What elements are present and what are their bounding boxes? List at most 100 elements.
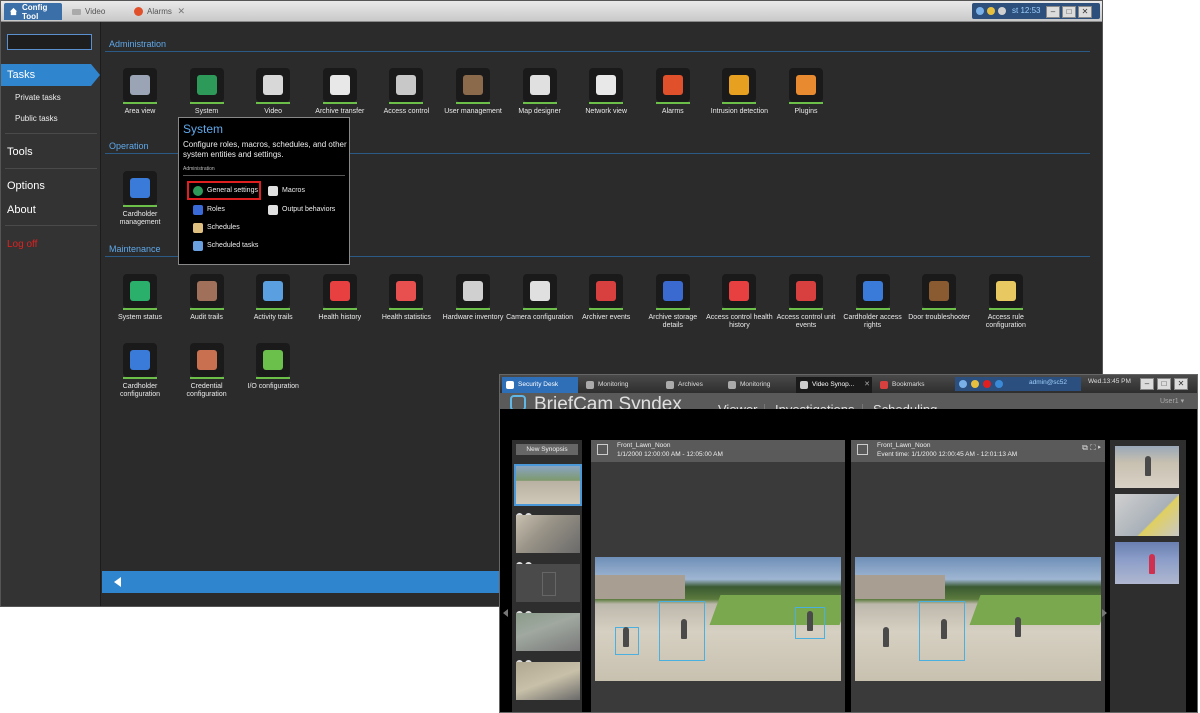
tile-archive-storage-details[interactable]: Archive storage details <box>638 274 708 330</box>
event-thumbnail[interactable] <box>1115 542 1179 584</box>
video-synopsis-area: New Synopsis Front_Lawn_Noon 1/1/2000 12… <box>500 409 1197 712</box>
thumb-controls[interactable] <box>516 507 542 520</box>
monitor-icon[interactable] <box>959 380 967 388</box>
tile-access-control-unit-events[interactable]: Access control unit events <box>771 274 841 330</box>
synopsis-thumbnail[interactable] <box>516 662 580 700</box>
tile-archive-transfer[interactable]: Archive transfer <box>305 68 375 116</box>
io-configuration-icon <box>256 343 291 377</box>
notification-icon[interactable] <box>971 380 979 388</box>
minimize-button[interactable]: – <box>1140 378 1154 390</box>
tile-video[interactable]: Video <box>238 68 308 116</box>
synopsis-thumbnail[interactable] <box>516 515 580 553</box>
tile-archiver-events[interactable]: Archiver events <box>571 274 641 322</box>
tile-credential-configuration[interactable]: Credential configuration <box>172 343 242 399</box>
tile-area-view[interactable]: Area view <box>105 68 175 116</box>
back-arrow-icon[interactable] <box>114 577 121 587</box>
video-frame[interactable] <box>855 557 1101 681</box>
alert-icon[interactable] <box>983 380 991 388</box>
popup-item-roles[interactable]: Roles <box>193 204 225 216</box>
tile-hardware-inventory[interactable]: Hardware inventory <box>438 274 508 322</box>
tile-system[interactable]: System <box>172 68 242 116</box>
thumb-controls[interactable] <box>516 654 542 667</box>
tile-user-management[interactable]: User management <box>438 68 508 116</box>
synopsis-thumbnail[interactable] <box>514 464 582 506</box>
tile-access-rule-configuration[interactable]: Access rule configuration <box>971 274 1041 330</box>
sidebar-item-logoff[interactable]: Log off <box>7 239 37 250</box>
tile-map-designer[interactable]: Map designer <box>505 68 575 116</box>
close-button[interactable]: ✕ <box>1174 378 1188 390</box>
pane-controls-icon[interactable]: ⧉ ⛶ ▸ <box>1082 443 1101 453</box>
event-thumbnail[interactable] <box>1115 494 1179 536</box>
sidebar-item-public-tasks[interactable]: Public tasks <box>15 114 58 123</box>
maximize-button[interactable]: □ <box>1062 6 1076 18</box>
tab-video[interactable]: Video <box>67 3 125 20</box>
thumb-controls[interactable] <box>516 605 542 618</box>
tile-system-status[interactable]: System status <box>105 274 175 322</box>
synopsis-thumbnail-processing[interactable] <box>516 564 580 602</box>
tile-cardholder-access-rights[interactable]: Cardholder access rights <box>838 274 908 330</box>
sidebar-item-private-tasks[interactable]: Private tasks <box>15 93 61 102</box>
tile-health-statistics[interactable]: Health statistics <box>371 274 441 322</box>
tile-access-control-health-history[interactable]: Access control health history <box>704 274 774 330</box>
thumb-controls[interactable] <box>516 458 542 471</box>
notification-icon[interactable] <box>987 7 995 15</box>
synopsis-thumbnail[interactable] <box>516 613 580 651</box>
minimize-button[interactable]: – <box>1046 6 1060 18</box>
tab-monitoring[interactable]: Monitoring <box>582 377 658 393</box>
tile-alarms[interactable]: Alarms <box>638 68 708 116</box>
tile-i-o-configuration[interactable]: I/O configuration <box>238 343 308 391</box>
tile-door-troubleshooter[interactable]: Door troubleshooter <box>904 274 974 322</box>
tab-archives[interactable]: Archives <box>662 377 724 393</box>
popup-item-output-behaviors[interactable]: Output behaviors <box>268 204 335 216</box>
door-icon <box>922 274 957 308</box>
tab-config-tool[interactable]: Config Tool <box>4 3 62 21</box>
user-menu[interactable]: User1 ▾ <box>1160 397 1184 405</box>
network-icon[interactable] <box>995 380 1003 388</box>
tile-camera-configuration[interactable]: Camera configuration <box>505 274 575 322</box>
close-button[interactable]: ✕ <box>1078 6 1092 18</box>
popup-item-label: Roles <box>207 206 225 213</box>
output-behavior-icon <box>268 205 278 215</box>
tab-bookmarks[interactable]: Bookmarks <box>876 377 946 393</box>
tile-access-control[interactable]: Access control <box>371 68 441 116</box>
video-frame[interactable] <box>595 557 841 681</box>
popup-item-scheduled-tasks[interactable]: Scheduled tasks <box>193 240 258 252</box>
tile-cardholder-management[interactable]: Cardholder management <box>105 171 175 227</box>
tab-monitoring-2[interactable]: Monitoring <box>724 377 794 393</box>
tile-audit-trails[interactable]: Audit trails <box>172 274 242 322</box>
collapse-left-icon[interactable] <box>503 609 508 617</box>
tile-label: System status <box>118 314 162 321</box>
tab-security-desk[interactable]: Security Desk <box>502 377 578 393</box>
volume-icon[interactable] <box>998 7 1006 15</box>
person-figure <box>1145 456 1151 476</box>
tile-label: Archiver events <box>582 314 631 321</box>
popup-item-general-settings[interactable]: General settings <box>193 185 258 197</box>
popup-item-schedules[interactable]: Schedules <box>193 222 240 234</box>
tile-health-history[interactable]: Health history <box>305 274 375 322</box>
tile-intrusion-detection[interactable]: Intrusion detection <box>704 68 774 116</box>
popup-item-macros[interactable]: Macros <box>268 185 305 197</box>
sidebar-item-tools[interactable]: Tools <box>7 146 33 158</box>
tab-alarms[interactable]: Alarms ✕ <box>129 3 189 20</box>
tile-network-view[interactable]: Network view <box>571 68 641 116</box>
collapse-right-icon[interactable] <box>1102 609 1107 617</box>
maximize-button[interactable]: □ <box>1157 378 1171 390</box>
sidebar-item-about[interactable]: About <box>7 204 36 216</box>
monitor-icon[interactable] <box>976 7 984 15</box>
event-thumbnail[interactable] <box>1115 446 1179 488</box>
tile-label: Access control <box>383 108 430 115</box>
video-pane-left[interactable]: Front_Lawn_Noon 1/1/2000 12:00:00 AM - 1… <box>591 440 845 712</box>
close-icon[interactable]: ✕ <box>177 6 185 17</box>
new-synopsis-button[interactable]: New Synopsis <box>516 444 578 455</box>
search-input[interactable] <box>7 34 92 50</box>
thumb-controls[interactable] <box>516 556 542 587</box>
tile-activity-trails[interactable]: Activity trails <box>238 274 308 322</box>
access-control-icon <box>389 68 424 102</box>
tab-video-synopsis[interactable]: Video Synop... ✕ <box>796 377 872 393</box>
sidebar-item-options[interactable]: Options <box>7 180 45 192</box>
tab-label: Monitoring <box>598 381 629 388</box>
tile-cardholder-configuration[interactable]: Cardholder configuration <box>105 343 175 399</box>
close-icon[interactable]: ✕ <box>864 377 870 393</box>
video-pane-right[interactable]: Front_Lawn_Noon Event time: 1/1/2000 12:… <box>851 440 1105 712</box>
tile-plugins[interactable]: Plugins <box>771 68 841 116</box>
